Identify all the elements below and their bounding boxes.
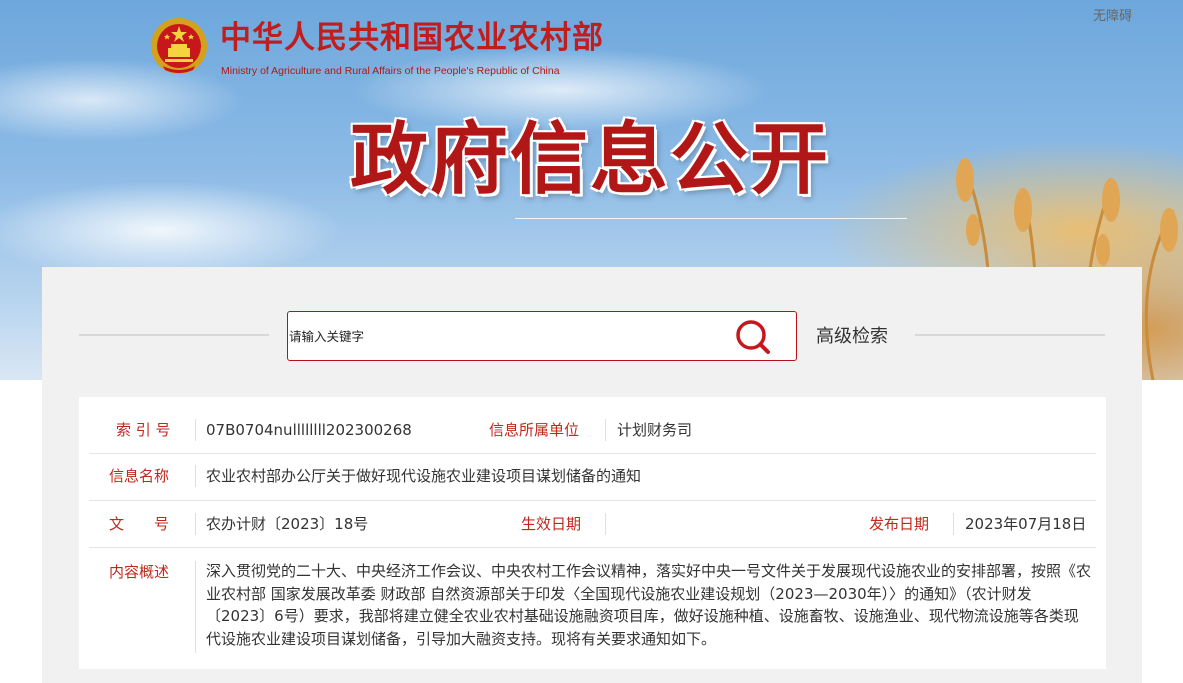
info-row-name: 信息名称 农业农村部办公厅关于做好现代设施农业建设项目谋划储备的通知 bbox=[89, 454, 1096, 501]
banner-title: 政府信息公开 bbox=[350, 115, 831, 205]
row-separator bbox=[605, 419, 606, 441]
search-box bbox=[287, 311, 797, 361]
unit-value: 计划财务司 bbox=[617, 421, 693, 439]
summary-label: 内容概述 bbox=[109, 563, 170, 581]
index-value: 07B0704nullllllll202300268 bbox=[206, 421, 412, 439]
accessibility-link[interactable]: 无障碍 bbox=[1093, 8, 1132, 26]
unit-label: 信息所属单位 bbox=[489, 421, 580, 439]
row-separator bbox=[605, 513, 606, 535]
info-row-summary: 内容概述 深入贯彻党的二十大、中央经济工作会议、中央农村工作会议精神，落实好中央… bbox=[89, 548, 1096, 660]
effective-date-label: 生效日期 bbox=[521, 515, 582, 533]
advanced-search-link[interactable]: 高级检索 bbox=[816, 324, 888, 350]
publish-date-value: 2023年07月18日 bbox=[965, 515, 1087, 533]
docno-value: 农办计财〔2023〕18号 bbox=[206, 515, 369, 533]
search-divider-left bbox=[79, 334, 269, 336]
index-label: 索 引 号 bbox=[116, 421, 171, 439]
national-emblem-icon bbox=[151, 18, 207, 74]
ministry-name-cn[interactable]: 中华人民共和国农业农村部 bbox=[220, 20, 604, 56]
docno-label: 文 号 bbox=[109, 515, 170, 533]
info-row-index: 索 引 号 07B0704nullllllll202300268 信息所属单位 … bbox=[89, 407, 1096, 454]
search-button[interactable] bbox=[733, 318, 773, 356]
row-separator bbox=[195, 419, 196, 441]
row-separator bbox=[953, 513, 954, 535]
search-input[interactable] bbox=[289, 322, 719, 350]
publish-date-label: 发布日期 bbox=[869, 515, 930, 533]
row-separator bbox=[195, 561, 196, 653]
title-divider bbox=[515, 218, 907, 219]
summary-text: 深入贯彻党的二十大、中央经济工作会议、中央农村工作会议精神，落实好中央一号文件关… bbox=[206, 562, 1092, 648]
info-table: 索 引 号 07B0704nullllllll202300268 信息所属单位 … bbox=[79, 397, 1106, 669]
search-icon bbox=[736, 320, 770, 354]
name-label: 信息名称 bbox=[109, 467, 170, 485]
name-value: 农业农村部办公厅关于做好现代设施农业建设项目谋划储备的通知 bbox=[206, 467, 642, 485]
ministry-name-en[interactable]: Ministry of Agriculture and Rural Affair… bbox=[221, 64, 560, 78]
search-divider-right bbox=[915, 334, 1105, 336]
row-separator bbox=[195, 465, 196, 487]
row-separator bbox=[195, 513, 196, 535]
info-row-docno: 文 号 农办计财〔2023〕18号 生效日期 发布日期 2023年07月18日 bbox=[89, 501, 1096, 548]
